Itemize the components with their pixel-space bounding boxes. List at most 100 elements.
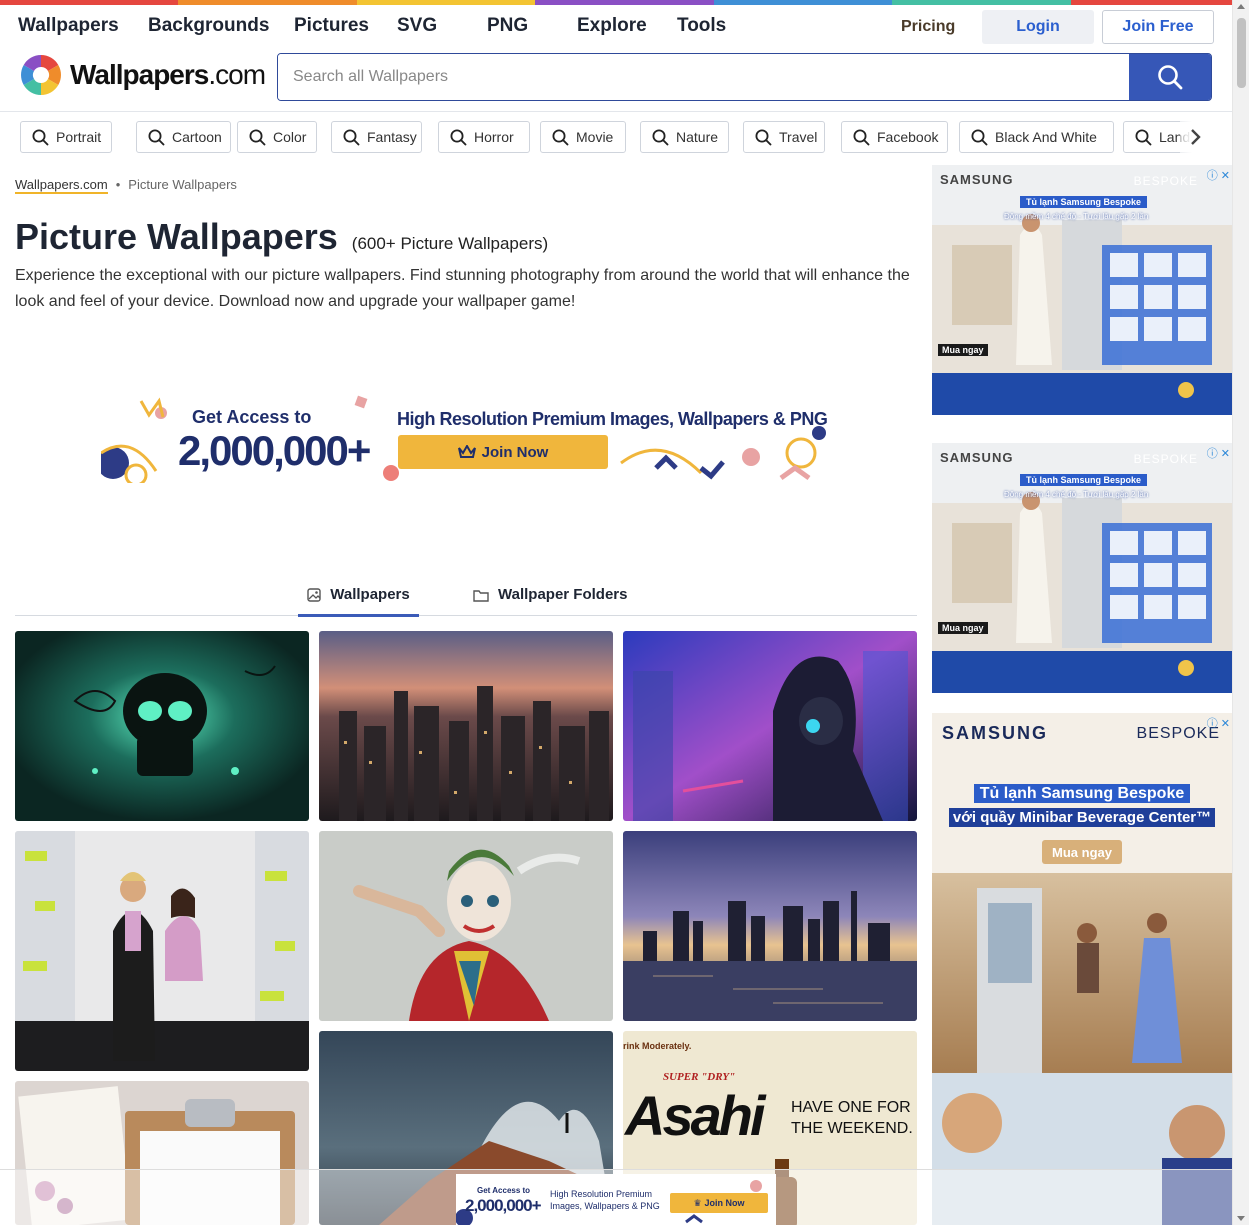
ad-brand: SAMSUNG bbox=[940, 450, 1014, 465]
tab-folders-label: Wallpaper Folders bbox=[498, 586, 628, 603]
sticky-promo-banner[interactable]: Get Access to 2,000,000+ High Resolution… bbox=[456, 1174, 776, 1225]
color-wheel-logo-icon bbox=[21, 55, 61, 95]
nav-tools[interactable]: Tools bbox=[677, 15, 726, 37]
asahi-super-dry: SUPER "DRY" bbox=[663, 1071, 736, 1083]
search-icon bbox=[148, 129, 165, 145]
category-chip-nature[interactable]: Nature bbox=[640, 121, 729, 153]
promo-join-now-button[interactable]: Join Now bbox=[398, 435, 608, 469]
joker-image bbox=[319, 831, 613, 1021]
search-icon bbox=[450, 129, 467, 145]
ad3-tagline: với quầy Minibar Beverage Center™ bbox=[948, 808, 1216, 827]
category-chip-facebook[interactable]: Facebook bbox=[841, 121, 948, 153]
asahi-brand: Asahi bbox=[625, 1084, 765, 1147]
search-icon bbox=[755, 129, 772, 145]
search-icon bbox=[1158, 65, 1183, 90]
ad-tagline: Đông mềm 4 chế độ - Tươi lâu gấp 2 lần bbox=[1004, 212, 1149, 221]
ad-brand: SAMSUNG bbox=[940, 172, 1014, 187]
ad-cta-button[interactable]: Mua ngay bbox=[938, 622, 988, 634]
chip-label: Facebook bbox=[877, 129, 939, 145]
wallpaper-thumb-cyber-hood[interactable] bbox=[623, 631, 917, 821]
category-chip-cartoon[interactable]: Cartoon bbox=[136, 121, 231, 153]
ad3-brand: SAMSUNG bbox=[942, 723, 1049, 743]
nav-png[interactable]: PNG bbox=[487, 15, 528, 37]
tab-wallpaper-folders[interactable]: Wallpaper Folders bbox=[473, 586, 627, 614]
category-chip-movie[interactable]: Movie bbox=[540, 121, 626, 153]
wallpaper-thumb-joker[interactable] bbox=[319, 831, 613, 1021]
ad3-headline: Tủ lạnh Samsung Bespoke bbox=[973, 784, 1191, 803]
skyline-water-image bbox=[623, 831, 917, 1021]
category-chip-horror[interactable]: Horror bbox=[438, 121, 530, 153]
content-tabs: Wallpapers Wallpaper Folders bbox=[15, 580, 917, 617]
search-input[interactable] bbox=[278, 54, 1129, 100]
wallpaper-thumb-skyline-water[interactable] bbox=[623, 831, 917, 1021]
sticky-crown-icon: ♛ bbox=[693, 1197, 702, 1208]
ad3-cta-button[interactable]: Mua ngay bbox=[1042, 840, 1122, 864]
pricing-link[interactable]: Pricing bbox=[901, 18, 955, 36]
wallpaper-thumb-neon-skull[interactable] bbox=[15, 631, 309, 821]
sticky-line-1: Get Access to bbox=[477, 1186, 531, 1195]
scrollbar-thumb[interactable] bbox=[1237, 18, 1246, 88]
breadcrumb: Wallpapers.com • Picture Wallpapers bbox=[15, 177, 237, 194]
couple-event-image bbox=[15, 831, 309, 1071]
nav-wallpapers[interactable]: Wallpapers bbox=[18, 15, 119, 37]
chip-label: Horror bbox=[474, 129, 514, 145]
site-logo[interactable]: Wallpapers.com bbox=[20, 54, 266, 96]
ad3-headline-wrap: Tủ lạnh Samsung Bespoke bbox=[932, 784, 1232, 803]
image-icon bbox=[307, 587, 321, 602]
chip-label: Travel bbox=[779, 129, 818, 145]
samsung-ad-2[interactable]: SAMSUNG BESPOKE Tủ lạnh Samsung Bespoke Đôn… bbox=[932, 443, 1232, 693]
sticky-line-2: 2,000,000+ bbox=[465, 1196, 542, 1215]
cyber-hood-image bbox=[623, 631, 917, 821]
page-title-text: Picture Wallpapers bbox=[15, 216, 338, 257]
promo-headline: High Resolution Premium Images, Wallpape… bbox=[397, 409, 828, 429]
ad-headline: Tủ lạnh Samsung Bespoke bbox=[1020, 474, 1148, 486]
scroll-down-arrow-icon[interactable] bbox=[1237, 1216, 1245, 1221]
ad-headline: Tủ lạnh Samsung Bespoke bbox=[1020, 196, 1148, 208]
chips-next-button[interactable] bbox=[1180, 121, 1210, 153]
category-chip-portrait[interactable]: Portrait bbox=[20, 121, 112, 153]
breadcrumb-separator: • bbox=[115, 177, 121, 192]
header-divider bbox=[0, 111, 1232, 112]
tab-wallpapers[interactable]: Wallpapers bbox=[298, 586, 419, 617]
wallpaper-thumb-couple-event[interactable] bbox=[15, 831, 309, 1071]
category-chip-color[interactable]: Color bbox=[237, 121, 317, 153]
wallpaper-thumb-city-aerial[interactable] bbox=[319, 631, 613, 821]
samsung-ad-3[interactable]: SAMSUNG BESPOKE Tủ lạnh Samsung Bespoke … bbox=[932, 713, 1232, 1225]
page-scrollbar[interactable] bbox=[1232, 0, 1249, 1225]
nav-pictures[interactable]: Pictures bbox=[294, 15, 369, 37]
search-button[interactable] bbox=[1129, 54, 1211, 100]
nav-svg[interactable]: SVG bbox=[397, 15, 437, 37]
sticky-join-now-button[interactable]: ♛ Join Now bbox=[670, 1193, 768, 1213]
search-icon bbox=[249, 129, 266, 145]
top-navigation: Wallpapers Backgrounds Pictures SVG PNG … bbox=[0, 5, 1232, 49]
nav-explore[interactable]: Explore bbox=[577, 15, 647, 37]
page-title: Picture Wallpapers (600+ Picture Wallpap… bbox=[15, 216, 548, 258]
samsung-ad-1[interactable]: SAMSUNG BESPOKE Tủ lạnh Samsung Bespoke Đôn… bbox=[932, 165, 1232, 415]
nav-backgrounds[interactable]: Backgrounds bbox=[148, 15, 269, 37]
login-button[interactable]: Login bbox=[982, 10, 1094, 44]
chip-label: Movie bbox=[576, 129, 614, 145]
page-description: Experience the exceptional with our pict… bbox=[15, 267, 910, 310]
ad-sub: BESPOKE bbox=[1133, 174, 1198, 188]
category-chip-fantasy[interactable]: Fantasy bbox=[331, 121, 422, 153]
promo-button-label: Join Now bbox=[481, 443, 549, 461]
promo-line-1: Get Access to bbox=[192, 407, 312, 427]
tab-wallpapers-label: Wallpapers bbox=[330, 586, 410, 603]
category-chip-travel[interactable]: Travel bbox=[743, 121, 825, 153]
join-free-button[interactable]: Join Free bbox=[1102, 10, 1214, 44]
chip-label: Nature bbox=[676, 129, 719, 145]
promo-line-2: 2,000,000+ bbox=[178, 427, 371, 474]
ad-close-icon[interactable]: ⓘ ✕ bbox=[1200, 445, 1230, 460]
ad-cta-button[interactable]: Mua ngay bbox=[938, 344, 988, 356]
scroll-up-arrow-icon[interactable] bbox=[1237, 4, 1245, 9]
neon-skull-image bbox=[15, 631, 309, 821]
folder-icon bbox=[473, 589, 489, 602]
premium-promo-banner[interactable]: Get Access to 2,000,000+ High Resolution… bbox=[101, 393, 831, 483]
breadcrumb-home[interactable]: Wallpapers.com bbox=[15, 177, 108, 194]
ad-tagline: Đông mềm 4 chế độ - Tươi lâu gấp 2 lần bbox=[1004, 490, 1149, 499]
ad-close-icon[interactable]: ⓘ ✕ bbox=[1200, 167, 1230, 182]
ad3-close-icon[interactable]: ⓘ ✕ bbox=[1200, 715, 1230, 730]
chip-label: Black And White bbox=[995, 129, 1097, 145]
category-chip-black-and-white[interactable]: Black And White bbox=[959, 121, 1114, 153]
city-aerial-image bbox=[319, 631, 613, 821]
